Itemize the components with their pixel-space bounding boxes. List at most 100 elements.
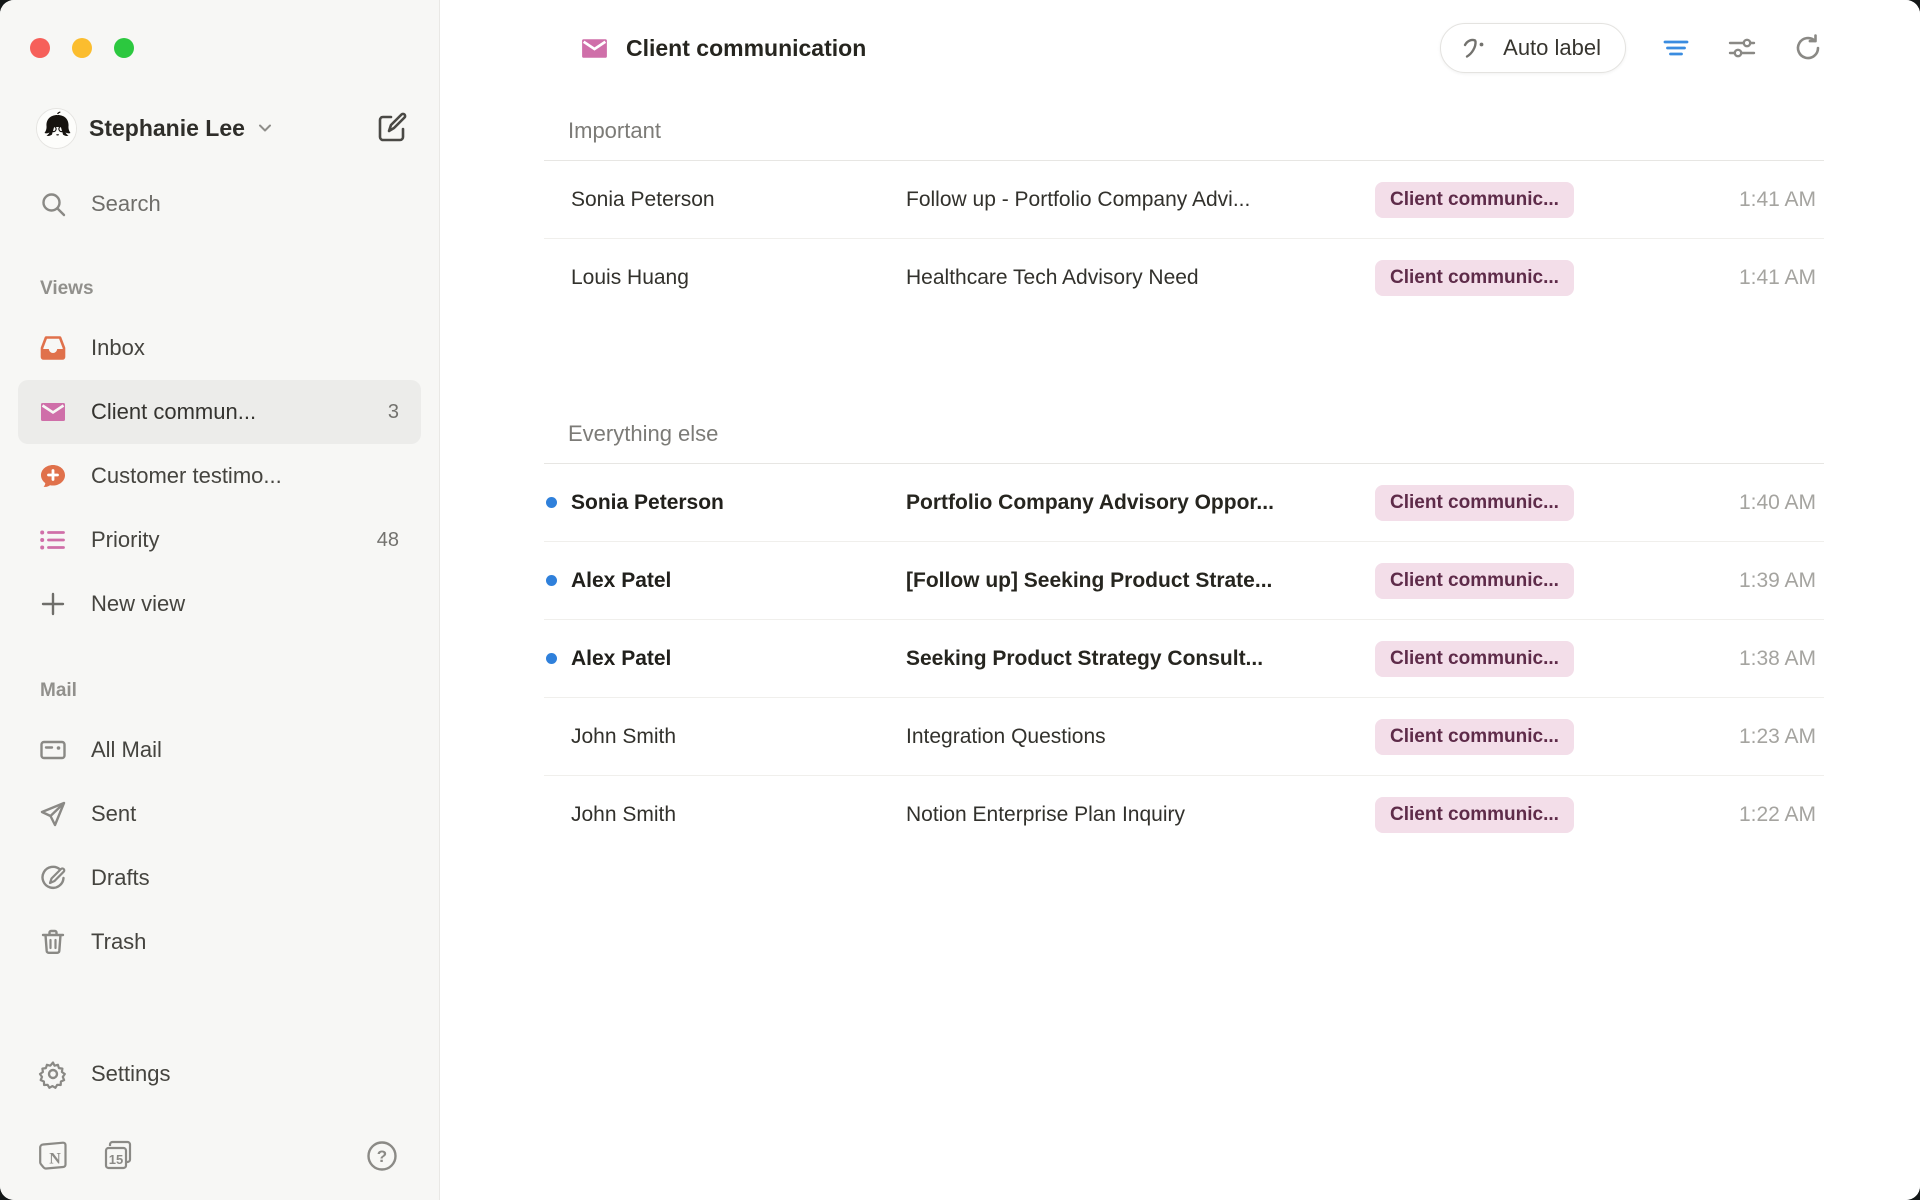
sidebar-item-label: New view: [91, 591, 399, 617]
sidebar-item-label: Drafts: [91, 865, 399, 891]
email-time: 1:39 AM: [1664, 569, 1824, 593]
email-sender: John Smith: [571, 803, 906, 827]
email-row[interactable]: Alex Patel [Follow up] Seeking Product S…: [544, 542, 1824, 620]
email-sender: Louis Huang: [571, 266, 906, 290]
display-settings-icon[interactable]: [1726, 32, 1758, 64]
label-chip[interactable]: Client communic...: [1375, 797, 1574, 833]
email-subject: Healthcare Tech Advisory Need: [906, 266, 1375, 290]
email-time: 1:40 AM: [1664, 491, 1824, 515]
sidebar-item-drafts[interactable]: Drafts: [18, 846, 421, 910]
email-time: 1:22 AM: [1664, 803, 1824, 827]
section-header-important: Important: [544, 96, 1824, 161]
email-row[interactable]: Louis Huang Healthcare Tech Advisory Nee…: [544, 239, 1824, 317]
label-chip[interactable]: Client communic...: [1375, 719, 1574, 755]
email-row[interactable]: Alex Patel Seeking Product Strategy Cons…: [544, 620, 1824, 698]
priority-list-icon: [38, 525, 68, 555]
sidebar-item-sent[interactable]: Sent: [18, 782, 421, 846]
email-sender: Alex Patel: [571, 647, 906, 671]
calendar-icon[interactable]: 15: [100, 1138, 136, 1174]
sidebar-item-client-communication[interactable]: Client commun... 3: [18, 380, 421, 444]
minimize-button[interactable]: [72, 38, 92, 58]
sidebar-item-customer-testimonials[interactable]: Customer testimo...: [18, 444, 421, 508]
close-button[interactable]: [30, 38, 50, 58]
all-mail-icon: [38, 735, 68, 765]
sidebar-item-trash[interactable]: Trash: [18, 910, 421, 974]
email-time: 1:41 AM: [1664, 266, 1824, 290]
email-subject: Seeking Product Strategy Consult...: [906, 647, 1375, 671]
unread-dot: [546, 497, 557, 508]
sidebar-footer: N 15 ?: [0, 1136, 439, 1176]
zoom-button[interactable]: [114, 38, 134, 58]
email-sender: John Smith: [571, 725, 906, 749]
settings-label: Settings: [91, 1061, 399, 1087]
email-sender: Alex Patel: [571, 569, 906, 593]
sidebar-item-new-view[interactable]: New view: [18, 572, 421, 636]
compose-button[interactable]: [375, 111, 409, 145]
testimonial-icon: [38, 461, 68, 491]
label-mail-icon: [579, 33, 610, 64]
plus-icon: [38, 589, 68, 619]
sidebar-item-priority[interactable]: Priority 48: [18, 508, 421, 572]
avatar: [36, 108, 77, 149]
window-controls: [0, 0, 439, 58]
label-chip[interactable]: Client communic...: [1375, 641, 1574, 677]
send-icon: [38, 799, 68, 829]
email-time: 1:41 AM: [1664, 188, 1824, 212]
email-subject: Portfolio Company Advisory Oppor...: [906, 491, 1375, 515]
gear-icon: [38, 1059, 68, 1089]
sidebar-item-settings[interactable]: Settings: [18, 1042, 421, 1106]
email-sender: Sonia Peterson: [571, 188, 906, 212]
email-sender: Sonia Peterson: [571, 491, 906, 515]
search-label: Search: [91, 191, 399, 217]
sidebar-item-label: Priority: [91, 527, 377, 553]
email-list: Important Sonia Peterson Follow up - Por…: [544, 96, 1824, 854]
unread-indicator: [544, 497, 571, 508]
email-row[interactable]: Sonia Peterson Follow up - Portfolio Com…: [544, 161, 1824, 239]
sidebar: Stephanie Lee Search Views Inbox: [0, 0, 440, 1200]
search-button[interactable]: Search: [18, 180, 421, 228]
label-chip[interactable]: Client communic...: [1375, 563, 1574, 599]
notion-logo-icon[interactable]: N: [36, 1138, 72, 1174]
unread-indicator: [544, 575, 571, 586]
email-subject: Follow up - Portfolio Company Advi...: [906, 188, 1375, 212]
trash-icon: [38, 927, 68, 957]
email-row[interactable]: Sonia Peterson Portfolio Company Advisor…: [544, 464, 1824, 542]
sidebar-item-label: Trash: [91, 929, 399, 955]
unread-dot: [546, 653, 557, 664]
sidebar-item-label: Sent: [91, 801, 399, 827]
sidebar-item-all-mail[interactable]: All Mail: [18, 718, 421, 782]
refresh-icon[interactable]: [1792, 32, 1824, 64]
sidebar-item-inbox[interactable]: Inbox: [18, 316, 421, 380]
svg-text:N: N: [49, 1151, 61, 1168]
sidebar-item-label: Client commun...: [91, 399, 388, 425]
svg-text:15: 15: [109, 1152, 123, 1167]
section-header-everything-else: Everything else: [544, 317, 1824, 464]
email-row[interactable]: John Smith Notion Enterprise Plan Inquir…: [544, 776, 1824, 854]
email-row[interactable]: John Smith Integration Questions Client …: [544, 698, 1824, 776]
auto-label-label: Auto label: [1503, 35, 1601, 61]
email-subject: Integration Questions: [906, 725, 1375, 749]
drafts-icon: [38, 863, 68, 893]
email-subject: Notion Enterprise Plan Inquiry: [906, 803, 1375, 827]
chevron-down-icon: [255, 118, 275, 138]
main-panel: Client communication Auto label: [441, 0, 1920, 1200]
mail-icon: [38, 397, 68, 427]
auto-label-button[interactable]: Auto label: [1440, 23, 1626, 73]
sidebar-item-label: Customer testimo...: [91, 463, 399, 489]
search-icon: [38, 189, 68, 219]
page-title: Client communication: [626, 35, 866, 62]
inbox-icon: [38, 333, 68, 363]
sidebar-item-label: All Mail: [91, 737, 399, 763]
label-chip[interactable]: Client communic...: [1375, 485, 1574, 521]
user-name: Stephanie Lee: [89, 115, 245, 142]
unread-count: 3: [388, 401, 399, 424]
svg-text:?: ?: [377, 1147, 387, 1166]
main-header: Client communication Auto label: [441, 0, 1920, 96]
filter-icon[interactable]: [1660, 32, 1692, 64]
auto-label-doodle-icon: [1459, 32, 1491, 64]
label-chip[interactable]: Client communic...: [1375, 182, 1574, 218]
label-chip[interactable]: Client communic...: [1375, 260, 1574, 296]
account-switcher[interactable]: Stephanie Lee: [18, 102, 421, 154]
help-button[interactable]: ?: [365, 1139, 399, 1173]
sidebar-item-label: Inbox: [91, 335, 399, 361]
